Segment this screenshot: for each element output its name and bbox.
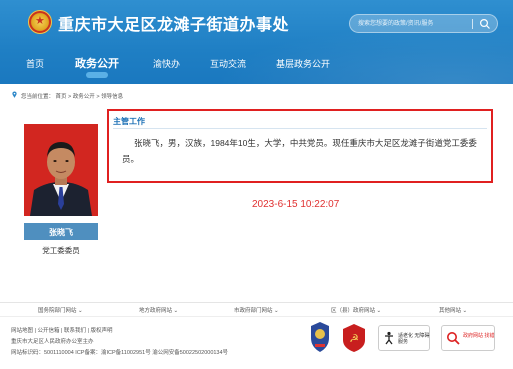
footer-org: 重庆市大足区人民政府办公室主办 — [11, 339, 94, 345]
accessibility-service-button[interactable]: 适老化 无障碍服务 — [378, 325, 430, 351]
nav-item-home[interactable]: 首页 — [26, 57, 44, 70]
profile-card: 张晓飞 党工委委员 — [24, 124, 98, 255]
section-title: 主管工作 — [113, 117, 145, 126]
search-icon[interactable] — [479, 18, 491, 30]
link-group-label: 区（县）政府网站 — [331, 308, 376, 314]
link-group-other[interactable]: 其他网站 ⌄ — [439, 306, 467, 314]
link-group-local-gov[interactable]: 地方政府网站 ⌄ — [139, 306, 178, 314]
official-bio: 张晓飞，男，汉族，1984年10生，大学，中共党员。现任重庆市大足区龙滩子街道党… — [122, 138, 477, 164]
police-badge-icon[interactable] — [307, 320, 333, 354]
nav-item-gov-affairs[interactable]: 政务公开 — [75, 55, 119, 71]
publish-timestamp: 2023-6-15 10:22:07 — [252, 199, 340, 210]
search-divider — [472, 19, 473, 29]
link-group-label: 地方政府网站 — [139, 308, 173, 314]
portrait-photo — [24, 124, 98, 216]
search-box[interactable] — [349, 14, 498, 33]
link-group-label: 市政府部门网站 — [234, 308, 273, 314]
accessibility-label: 适老化 无障碍服务 — [398, 333, 430, 345]
chevron-down-icon: ⌄ — [376, 308, 382, 314]
party-emblem-icon[interactable]: ☭ — [341, 323, 367, 353]
chevron-down-icon: ⌄ — [274, 308, 279, 314]
official-role: 党工委委员 — [42, 246, 80, 255]
nav-item-interaction[interactable]: 互动交流 — [210, 57, 246, 70]
link-group-district[interactable]: 区（县）政府网站 ⌄ — [331, 306, 381, 314]
site-footer: 网站地图 | 公开信箱 | 联系我们 | 版权声明 重庆市大足区人民政府办公室主… — [0, 316, 513, 369]
chevron-down-icon: ⌄ — [462, 308, 468, 314]
chevron-down-icon: ⌄ — [173, 308, 179, 314]
report-error-button[interactable]: 政府网站 找错 — [441, 325, 495, 351]
magnifier-error-icon — [447, 332, 460, 345]
search-input[interactable] — [358, 18, 470, 30]
official-name: 张晓飞 — [49, 228, 73, 237]
link-group-municipal[interactable]: 市政府部门网站 ⌄ — [234, 306, 279, 314]
nav-active-indicator — [86, 72, 108, 78]
nav-item-yukuaiban[interactable]: 渝快办 — [153, 57, 180, 70]
chevron-down-icon: ⌄ — [78, 308, 83, 314]
link-group-state-council[interactable]: 国务院部门网站 ⌄ — [38, 306, 83, 314]
breadcrumb: 您当前位置： 首页 > 政务公开 > 领导信息 — [21, 94, 124, 100]
main-nav: 首页 政务公开 渝快办 互动交流 基层政务公开 — [0, 52, 513, 78]
footer-ids: 网站标识码：5001110004 ICP备案：渝ICP备11002951号 渝公… — [11, 350, 229, 356]
section-divider — [113, 128, 487, 129]
national-emblem-icon — [28, 10, 52, 34]
svg-text:☭: ☭ — [349, 332, 359, 345]
responsibility-box: 主管工作 张晓飞，男，汉族，1984年10生，大学，中共党员。现任重庆市大足区龙… — [107, 109, 493, 183]
site-title: 重庆市大足区龙滩子街道办事处 — [58, 17, 290, 34]
link-group-label: 国务院部门网站 — [38, 308, 77, 314]
report-error-label: 政府网站 找错 — [463, 333, 495, 339]
footer-links[interactable]: 网站地图 | 公开信箱 | 联系我们 | 版权声明 — [11, 326, 112, 334]
nav-item-grassroots[interactable]: 基层政务公开 — [276, 57, 330, 70]
related-links-row: 国务院部门网站 ⌄ 地方政府网站 ⌄ 市政府部门网站 ⌄ 区（县）政府网站 ⌄ … — [0, 302, 513, 316]
site-header: 重庆市大足区龙滩子街道办事处 首页 政务公开 渝快办 互动交流 基层政务公开 — [0, 0, 513, 84]
accessibility-icon — [385, 331, 393, 345]
link-group-label: 其他网站 — [439, 308, 462, 314]
location-pin-icon — [12, 91, 17, 98]
